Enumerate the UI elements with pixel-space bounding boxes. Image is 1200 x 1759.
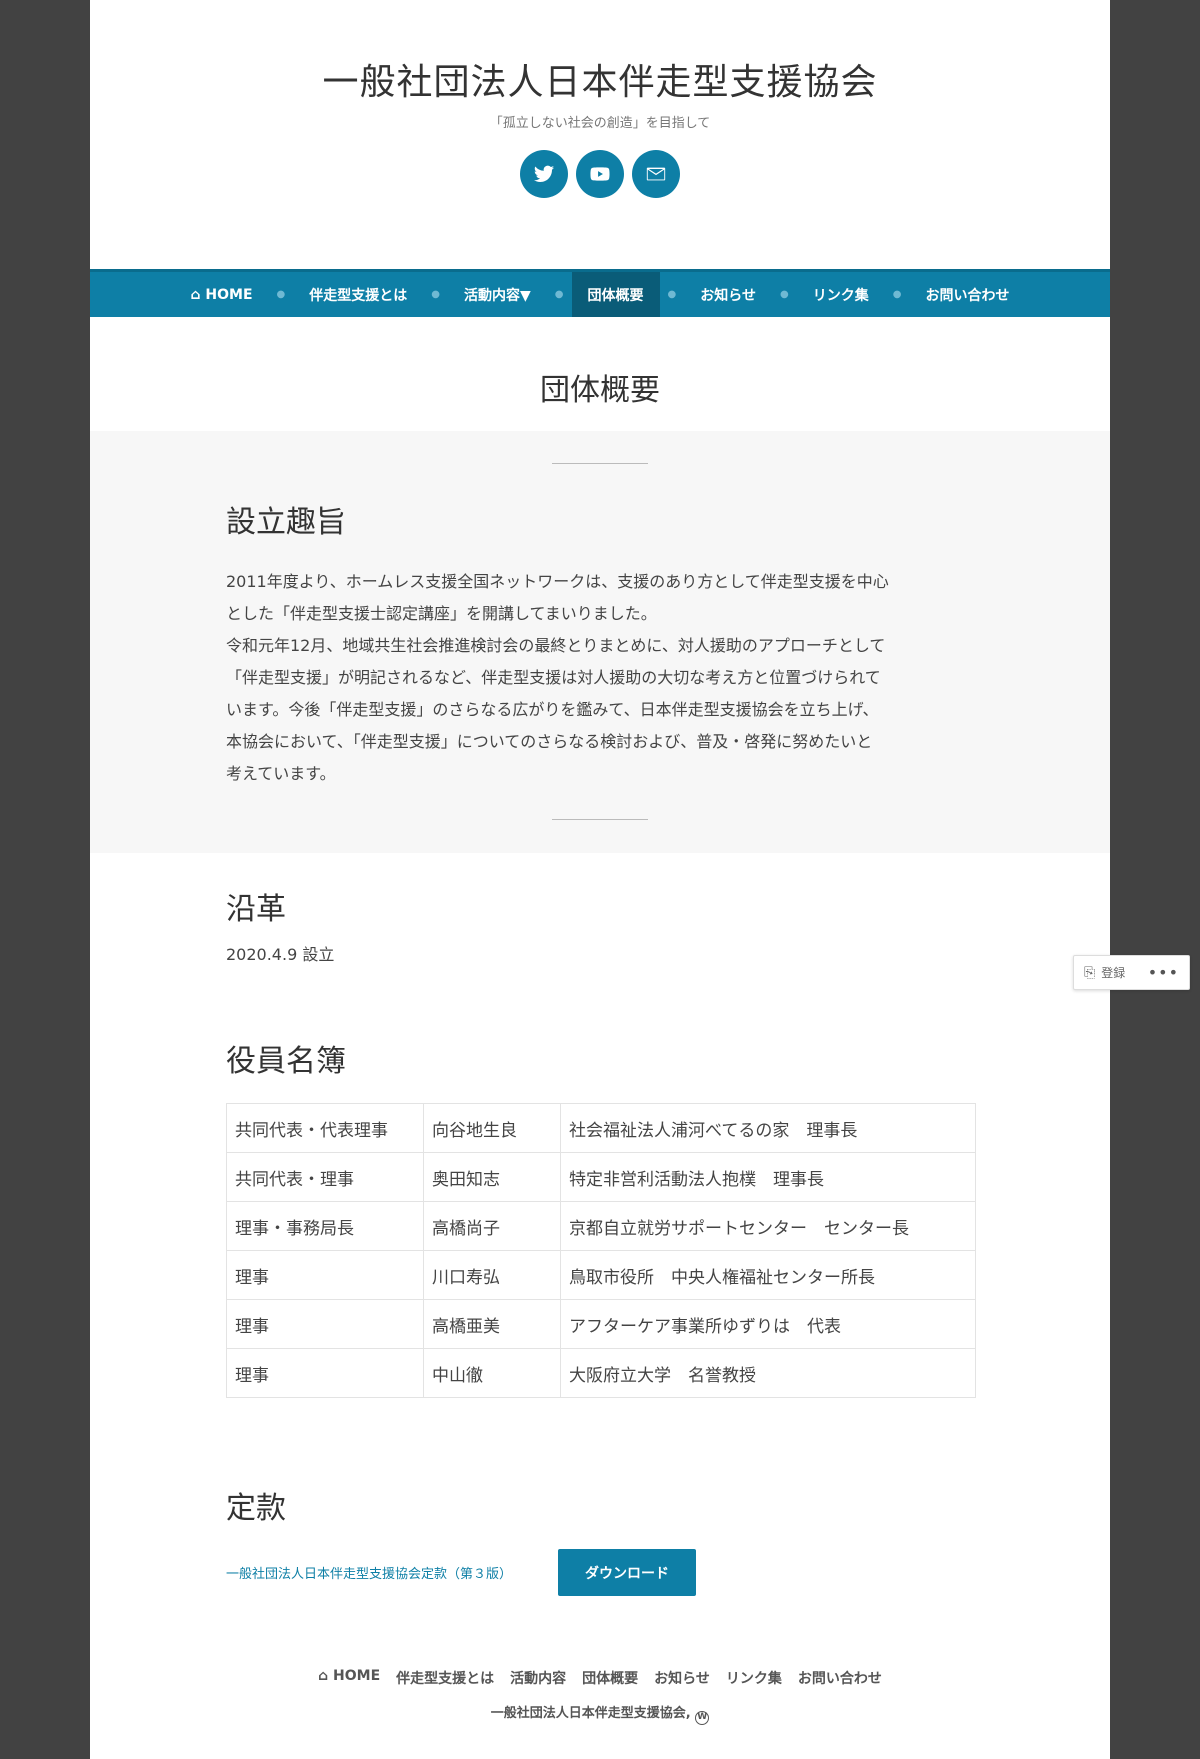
download-button[interactable]: ダウンロード (558, 1549, 696, 1596)
footer-nav-home[interactable]: ⌂ HOME (318, 1668, 380, 1688)
table-row: 理事 川口寿弘 鳥取市役所 中央人権福祉センター所長 (226, 1250, 976, 1300)
nav-separator: ● (554, 289, 564, 300)
intro-line: 「伴走型支援」が明記されるなど、伴走型支援は対人援助の大切な考え方と位置づけられ… (226, 668, 881, 687)
officer-role: 共同代表・理事 (226, 1152, 424, 1202)
officer-role: 共同代表・代表理事 (226, 1103, 424, 1153)
nav-home[interactable]: ⌂ HOME (175, 272, 269, 317)
intro-line: 2011年度より、ホームレス支援全国ネットワークは、支援のあり方として伴走型支援… (226, 572, 889, 591)
officer-affiliation: 京都自立就労サポートセンター センター長 (560, 1201, 976, 1251)
officer-affiliation: アフターケア事業所ゆずりは 代表 (560, 1299, 976, 1349)
nav-separator: ● (780, 289, 789, 300)
intro-line: 本協会において、「伴走型支援」についてのさらなる検討および、普及・啓発に努めたい… (226, 732, 873, 751)
history-heading: 沿革 (226, 892, 286, 927)
more-options-icon[interactable]: ••• (1148, 963, 1179, 982)
page: 一般社団法人日本伴走型支援協会 「孤立しない社会の創造」を目指して ⌂ HOME… (90, 0, 1110, 1759)
officer-name: 高橋亜美 (423, 1299, 561, 1349)
officer-role: 理事・事務局長 (226, 1201, 424, 1251)
youtube-icon[interactable] (576, 150, 624, 198)
officer-affiliation: 大阪府立大学 名誉教授 (560, 1348, 976, 1398)
officer-name: 川口寿弘 (423, 1250, 561, 1300)
nav-separator: ● (431, 289, 441, 300)
officer-role: 理事 (226, 1348, 424, 1398)
follow-widget: ⎘ 登録 ••• (1073, 955, 1190, 990)
nav-about-support[interactable]: 伴走型支援とは (293, 272, 423, 317)
footer-credit: 一般社団法人日本伴走型支援協会, W (90, 1702, 1110, 1725)
articles-heading: 定款 (226, 1491, 286, 1526)
intro-line: います。今後「伴走型支援」のさらなる広がりを鑑みて、日本伴走型支援協会を立ち上げ… (226, 700, 879, 719)
history-text: 2020.4.9 設立 (226, 945, 335, 964)
social-links (90, 150, 1110, 198)
table-row: 理事 中山徹 大阪府立大学 名誉教授 (226, 1348, 976, 1398)
officer-role: 理事 (226, 1250, 424, 1300)
main-nav: ⌂ HOME ● 伴走型支援とは ● 活動内容▼ ● 団体概要 ● お知らせ ●… (90, 269, 1110, 317)
nav-separator: ● (667, 289, 677, 300)
officers-table: 共同代表・代表理事 向谷地生良 社会福祉法人浦河べてるの家 理事長 共同代表・理… (226, 1103, 976, 1398)
nav-news[interactable]: お知らせ (684, 272, 772, 317)
nav-links[interactable]: リンク集 (797, 272, 885, 317)
officer-name: 奥田知志 (423, 1152, 561, 1202)
nav-separator: ● (276, 289, 286, 300)
officer-role: 理事 (226, 1299, 424, 1349)
intro-heading: 設立趣旨 (226, 505, 346, 540)
follow-button[interactable]: 登録 (1101, 964, 1125, 981)
page-title: 団体概要 (540, 373, 660, 408)
site-tagline: 「孤立しない社会の創造」を目指して (489, 116, 711, 131)
officer-affiliation: 特定非営利活動法人抱樸 理事長 (560, 1152, 976, 1202)
nav-organization[interactable]: 団体概要 (571, 272, 660, 317)
footer-nav-activities[interactable]: 活動内容 (510, 1668, 566, 1688)
intro-section: 設立趣旨 2011年度より、ホームレス支援全国ネットワークは、支援のあり方として… (90, 431, 1110, 853)
articles-link[interactable]: 一般社団法人日本伴走型支援協会定款（第３版） (226, 1563, 512, 1582)
nav-activities[interactable]: 活動内容▼ (448, 272, 547, 317)
intro-line: 令和元年12月、地域共生社会推進検討会の最終とりまとめに、対人援助のアプローチと… (226, 636, 886, 655)
site-title[interactable]: 一般社団法人日本伴走型支援協会 (90, 62, 1110, 104)
footer-nav-about-support[interactable]: 伴走型支援とは (396, 1668, 494, 1688)
footer-nav-contact[interactable]: お問い合わせ (798, 1668, 882, 1688)
intro-text: 2011年度より、ホームレス支援全国ネットワークは、支援のあり方として伴走型支援… (226, 566, 976, 790)
table-row: 理事・事務局長 高橋尚子 京都自立就労サポートセンター センター長 (226, 1201, 976, 1251)
footer-nav-links[interactable]: リンク集 (726, 1668, 782, 1688)
twitter-icon[interactable] (520, 150, 568, 198)
table-row: 共同代表・理事 奥田知志 特定非営利活動法人抱樸 理事長 (226, 1152, 976, 1202)
footer-nav-news[interactable]: お知らせ (654, 1668, 710, 1688)
officer-name: 中山徹 (423, 1348, 561, 1398)
nav-contact[interactable]: お問い合わせ (909, 272, 1025, 317)
officers-heading: 役員名簿 (226, 1044, 346, 1079)
wordpress-icon[interactable]: W (695, 1711, 710, 1725)
reader-icon[interactable]: ⎘ (1084, 965, 1095, 981)
site-header: 一般社団法人日本伴走型支援協会 「孤立しない社会の創造」を目指して (90, 0, 1110, 269)
officer-affiliation: 社会福祉法人浦河べてるの家 理事長 (560, 1103, 976, 1153)
footer-nav: ⌂ HOME 伴走型支援とは 活動内容 団体概要 お知らせ リンク集 お問い合わ… (90, 1668, 1110, 1688)
footer-credit-text[interactable]: 一般社団法人日本伴走型支援協会, (491, 1706, 691, 1721)
officer-name: 高橋尚子 (423, 1201, 561, 1251)
officer-name: 向谷地生良 (423, 1103, 561, 1153)
table-row: 共同代表・代表理事 向谷地生良 社会福祉法人浦河べてるの家 理事長 (226, 1103, 976, 1153)
mail-icon[interactable] (632, 150, 680, 198)
intro-line: 考えています。 (226, 764, 336, 783)
divider (552, 819, 648, 820)
divider (552, 463, 648, 464)
nav-separator: ● (892, 289, 902, 300)
officer-affiliation: 鳥取市役所 中央人権福祉センター所長 (560, 1250, 976, 1300)
intro-line: とした「伴走型支援士認定講座」を開講してまいりました。 (226, 604, 657, 623)
footer-nav-organization[interactable]: 団体概要 (582, 1668, 638, 1688)
table-row: 理事 高橋亜美 アフターケア事業所ゆずりは 代表 (226, 1299, 976, 1349)
